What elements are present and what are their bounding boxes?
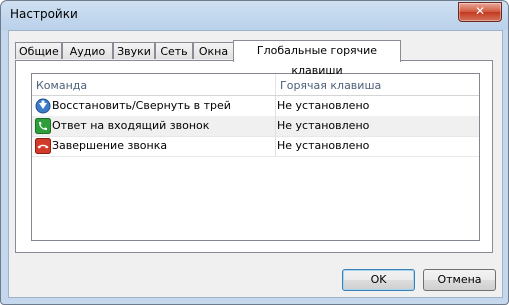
tab-panel: Команда Горячая клавиша Восстановить/Све…: [15, 60, 493, 253]
command-cell: Завершение звонка: [35, 136, 276, 156]
hotkeys-table[interactable]: Команда Горячая клавиша Восстановить/Све…: [31, 73, 480, 241]
table-header: Команда Горячая клавиша: [32, 74, 479, 96]
command-label: Восстановить/Свернуть в трей: [52, 99, 231, 112]
command-cell: Восстановить/Свернуть в трей: [35, 96, 276, 116]
close-button[interactable]: ✕: [458, 2, 502, 22]
tab-windows[interactable]: Окна: [193, 42, 234, 59]
title-bar[interactable]: Настройки ✕: [1, 1, 508, 30]
hotkey-cell[interactable]: Не установлено: [277, 136, 369, 156]
command-label: Ответ на входящий звонок: [52, 119, 210, 132]
column-header-command[interactable]: Команда: [32, 74, 276, 95]
window-title: Настройки: [10, 7, 78, 21]
hotkey-cell[interactable]: Не установлено: [277, 96, 369, 116]
tab-audio[interactable]: Аудио: [62, 42, 113, 59]
restore-tray-icon: [35, 98, 51, 114]
table-row[interactable]: Восстановить/Свернуть в трей Не установл…: [32, 96, 479, 117]
hotkey-cell[interactable]: Не установлено: [277, 116, 369, 136]
tab-general[interactable]: Общие: [15, 42, 62, 59]
command-cell: Ответ на входящий звонок: [35, 116, 276, 136]
close-icon: ✕: [474, 4, 486, 18]
tab-network[interactable]: Сеть: [155, 42, 193, 59]
tab-global-hotkeys[interactable]: Глобальные горячие клавиши: [233, 40, 401, 77]
end-call-icon: [35, 138, 51, 154]
cancel-button[interactable]: Отмена: [423, 269, 496, 291]
command-label: Завершение звонка: [52, 139, 168, 152]
settings-window: Настройки ✕ Общие Аудио Звуки Сеть Окна …: [0, 0, 509, 305]
ok-button[interactable]: OK: [342, 269, 415, 291]
table-row[interactable]: Ответ на входящий звонок Не установлено: [32, 116, 479, 137]
dialog-body: Общие Аудио Звуки Сеть Окна Глобальные г…: [8, 30, 503, 298]
answer-call-icon: [35, 118, 51, 134]
table-row[interactable]: Завершение звонка Не установлено: [32, 136, 479, 157]
tab-sounds[interactable]: Звуки: [113, 42, 155, 59]
